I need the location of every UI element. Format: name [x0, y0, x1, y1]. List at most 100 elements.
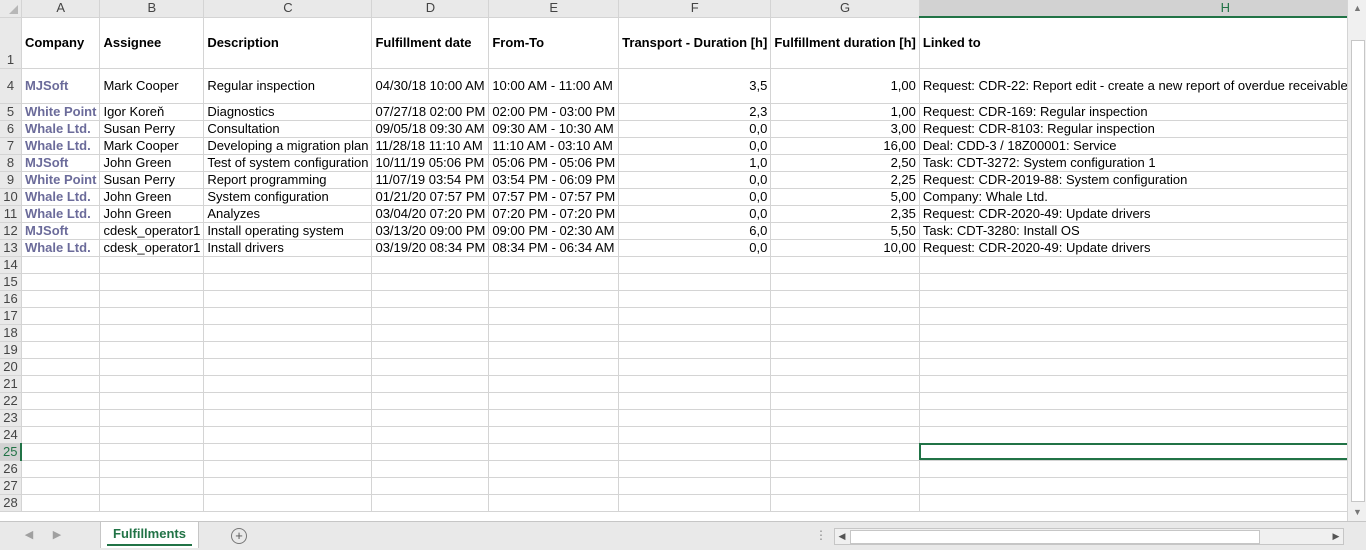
cell[interactable] — [919, 290, 1347, 308]
cell[interactable] — [203, 375, 373, 393]
fulfillment-date-cell[interactable]: 11/28/18 11:10 AM — [371, 137, 490, 155]
cell[interactable] — [203, 477, 373, 495]
cell[interactable] — [21, 494, 101, 512]
fulfillment-duration-cell[interactable]: 2,35 — [770, 205, 920, 223]
cell[interactable] — [203, 409, 373, 427]
cell[interactable] — [919, 307, 1347, 325]
cell[interactable] — [770, 477, 920, 495]
cell[interactable] — [371, 324, 490, 342]
sheet-tab-fulfillments[interactable]: Fulfillments — [100, 522, 199, 548]
cell[interactable] — [488, 460, 620, 478]
company-cell[interactable]: Whale Ltd. — [20, 204, 101, 223]
cell[interactable] — [371, 290, 490, 308]
cell[interactable] — [371, 460, 490, 478]
cell[interactable] — [618, 494, 772, 512]
chevron-right-icon[interactable]: ▶ — [50, 527, 64, 543]
row-header[interactable]: 23 — [0, 409, 22, 427]
row-header[interactable]: 12 — [0, 222, 22, 240]
cell[interactable] — [21, 460, 101, 478]
fulfillment-date-cell[interactable]: 03/13/20 09:00 PM — [371, 222, 490, 240]
cell[interactable] — [919, 324, 1347, 342]
assignee-cell[interactable]: cdesk_operator1 — [99, 222, 205, 240]
linked-to-cell[interactable]: Request: CDR-8103: Regular inspection — [919, 120, 1347, 138]
company-cell[interactable]: Whale Ltd. — [20, 136, 101, 155]
company-cell[interactable]: Whale Ltd. — [20, 238, 101, 257]
description-cell[interactable]: Analyzes — [203, 205, 373, 223]
cell[interactable] — [99, 341, 205, 359]
linked-to-cell[interactable]: Company: Whale Ltd. — [919, 188, 1347, 206]
row-header[interactable]: 6 — [0, 120, 22, 138]
select-all-corner[interactable] — [0, 0, 22, 18]
row-header[interactable]: 28 — [0, 494, 22, 512]
column-header-f[interactable]: F — [618, 0, 772, 18]
cell[interactable] — [488, 324, 620, 342]
assignee-cell[interactable]: John Green — [99, 205, 205, 223]
fulfillment-duration-cell[interactable]: 16,00 — [770, 137, 920, 155]
row-header[interactable]: 9 — [0, 171, 22, 189]
linked-to-cell[interactable]: Task: CDT-3280: Install OS — [919, 222, 1347, 240]
fulfillment-date-cell[interactable]: 04/30/18 10:00 AM — [371, 68, 490, 104]
cell[interactable] — [919, 426, 1347, 444]
chevron-left-icon[interactable]: ◀ — [22, 527, 36, 543]
row-header[interactable]: 8 — [0, 154, 22, 172]
cell[interactable] — [488, 409, 620, 427]
column-header-d[interactable]: D — [371, 0, 490, 18]
fulfillment-duration-cell[interactable]: 2,50 — [770, 154, 920, 172]
fulfillment-duration-cell[interactable]: 1,00 — [770, 103, 920, 121]
cell[interactable] — [99, 256, 205, 274]
cell[interactable] — [618, 324, 772, 342]
cell[interactable] — [770, 273, 920, 291]
description-cell[interactable]: Install drivers — [203, 239, 373, 257]
triangle-left-icon[interactable]: ◀ — [835, 529, 849, 544]
header-company[interactable]: Company — [21, 17, 101, 69]
cell[interactable] — [203, 256, 373, 274]
cell[interactable] — [21, 358, 101, 376]
header-fulfillment-date[interactable]: Fulfillment date — [371, 17, 490, 69]
from-to-cell[interactable]: 11:10 AM - 03:10 AM — [488, 137, 620, 155]
cell[interactable] — [371, 494, 490, 512]
assignee-cell[interactable]: Igor Koreň — [99, 103, 205, 121]
cell[interactable] — [203, 494, 373, 512]
transport-duration-cell[interactable]: 0,0 — [618, 171, 772, 189]
row-header[interactable]: 11 — [0, 205, 22, 223]
cell[interactable] — [618, 392, 772, 410]
linked-to-cell[interactable]: Deal: CDD-3 / 18Z00001: Service — [919, 137, 1347, 155]
cell[interactable] — [618, 290, 772, 308]
cell[interactable] — [203, 273, 373, 291]
row-header[interactable]: 13 — [0, 239, 22, 257]
triangle-down-icon[interactable]: ▼ — [1348, 504, 1366, 521]
cell[interactable] — [21, 443, 101, 461]
fulfillment-date-cell[interactable]: 07/27/18 02:00 PM — [371, 103, 490, 121]
description-cell[interactable]: Diagnostics — [203, 103, 373, 121]
cell[interactable] — [618, 477, 772, 495]
from-to-cell[interactable]: 09:30 AM - 10:30 AM — [488, 120, 620, 138]
cell[interactable] — [371, 273, 490, 291]
cell[interactable] — [203, 460, 373, 478]
cell[interactable] — [488, 477, 620, 495]
cell[interactable] — [618, 358, 772, 376]
cell[interactable] — [99, 290, 205, 308]
transport-duration-cell[interactable]: 3,5 — [618, 68, 772, 104]
cell[interactable] — [919, 273, 1347, 291]
cell[interactable] — [919, 375, 1347, 393]
description-cell[interactable]: Consultation — [203, 120, 373, 138]
company-cell[interactable]: Whale Ltd. — [20, 119, 101, 138]
triangle-right-icon[interactable]: ▶ — [1329, 529, 1343, 544]
cell[interactable] — [919, 358, 1347, 376]
cell[interactable] — [770, 409, 920, 427]
row-header[interactable]: 14 — [0, 256, 22, 274]
row-header[interactable]: 4 — [0, 68, 22, 104]
description-cell[interactable]: Install operating system — [203, 222, 373, 240]
row-header[interactable]: 18 — [0, 324, 22, 342]
row-header[interactable]: 17 — [0, 307, 22, 325]
from-to-cell[interactable]: 05:06 PM - 05:06 PM — [488, 154, 620, 172]
cell[interactable] — [99, 375, 205, 393]
cell[interactable] — [371, 375, 490, 393]
fulfillment-duration-cell[interactable]: 3,00 — [770, 120, 920, 138]
transport-duration-cell[interactable]: 0,0 — [618, 205, 772, 223]
column-header-e[interactable]: E — [488, 0, 620, 18]
horizontal-scroll-thumb[interactable] — [850, 530, 1260, 544]
header-from-to[interactable]: From-To — [488, 17, 620, 69]
column-header-h[interactable]: H — [919, 0, 1347, 18]
cell[interactable] — [99, 324, 205, 342]
